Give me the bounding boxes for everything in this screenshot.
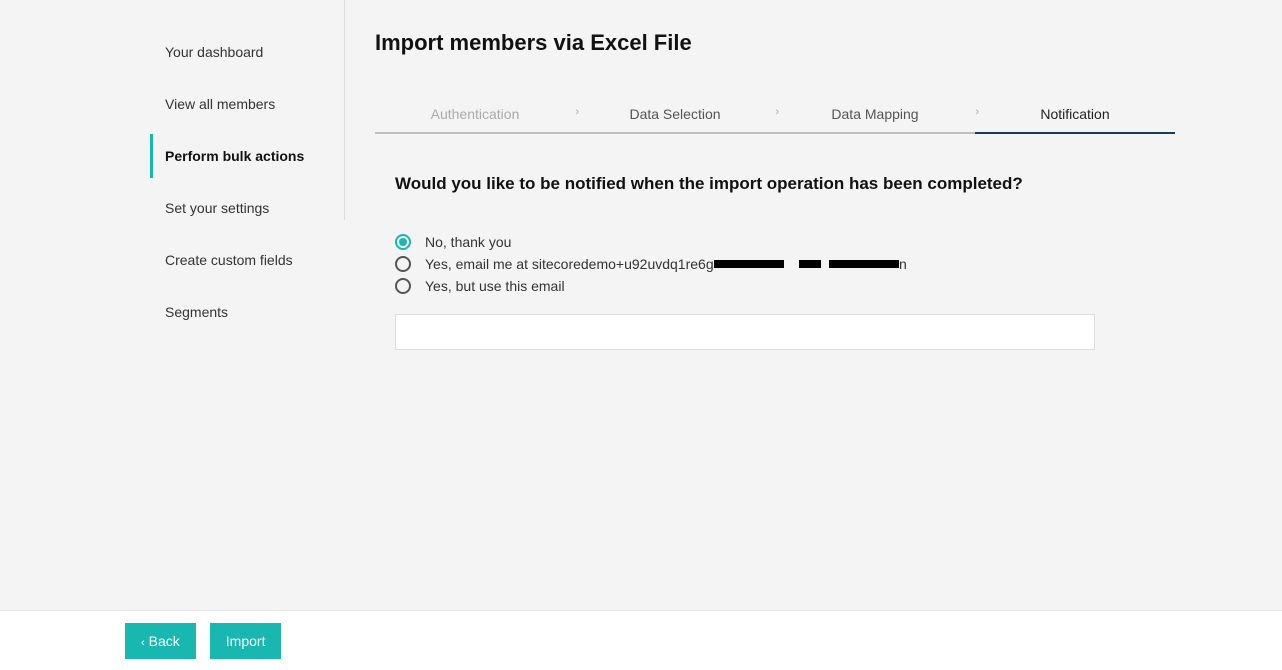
wizard-step-notification[interactable]: Notification <box>975 96 1175 134</box>
sidebar-item-dashboard[interactable]: Your dashboard <box>155 30 344 74</box>
wizard-step-label: Data Mapping <box>831 106 918 122</box>
footer-bar: ‹ Back Import <box>0 610 1282 670</box>
back-button[interactable]: ‹ Back <box>125 623 196 659</box>
sidebar-item-settings[interactable]: Set your settings <box>155 186 344 230</box>
import-button-label: Import <box>226 633 266 649</box>
main-content: Import members via Excel File Authentica… <box>345 0 1282 610</box>
wizard-step-label: Data Selection <box>629 106 720 122</box>
wizard-steps: Authentication › Data Selection › Data M… <box>375 96 1175 134</box>
radio-option-yes-default-email[interactable]: Yes, email me at sitecoredemo+u92uvdq1re… <box>395 256 1252 272</box>
custom-email-input[interactable] <box>395 314 1095 350</box>
back-button-label: Back <box>149 633 180 649</box>
radio-label: Yes, email me at sitecoredemo+u92uvdq1re… <box>425 256 907 272</box>
radio-label: Yes, but use this email <box>425 278 565 294</box>
page-title: Import members via Excel File <box>375 30 1252 56</box>
wizard-step-label: Authentication <box>431 106 520 122</box>
sidebar-item-segments[interactable]: Segments <box>155 290 344 334</box>
sidebar-item-bulk-actions[interactable]: Perform bulk actions <box>150 134 344 178</box>
notification-question: Would you like to be notified when the i… <box>395 174 1252 194</box>
sidebar: Your dashboard View all members Perform … <box>0 0 345 220</box>
wizard-step-authentication[interactable]: Authentication › <box>375 96 575 134</box>
wizard-step-data-mapping[interactable]: Data Mapping › <box>775 96 975 134</box>
radio-option-no[interactable]: No, thank you <box>395 234 1252 250</box>
wizard-step-label: Notification <box>1040 106 1109 122</box>
notification-radio-group: No, thank you Yes, email me at sitecored… <box>395 234 1252 294</box>
radio-icon <box>395 234 411 250</box>
import-button[interactable]: Import <box>210 623 282 659</box>
sidebar-item-view-members[interactable]: View all members <box>155 82 344 126</box>
radio-label: No, thank you <box>425 234 511 250</box>
chevron-left-icon: ‹ <box>141 637 145 649</box>
radio-option-yes-custom-email[interactable]: Yes, but use this email <box>395 278 1252 294</box>
radio-icon <box>395 256 411 272</box>
sidebar-item-custom-fields[interactable]: Create custom fields <box>155 238 344 282</box>
wizard-step-data-selection[interactable]: Data Selection › <box>575 96 775 134</box>
radio-icon <box>395 278 411 294</box>
